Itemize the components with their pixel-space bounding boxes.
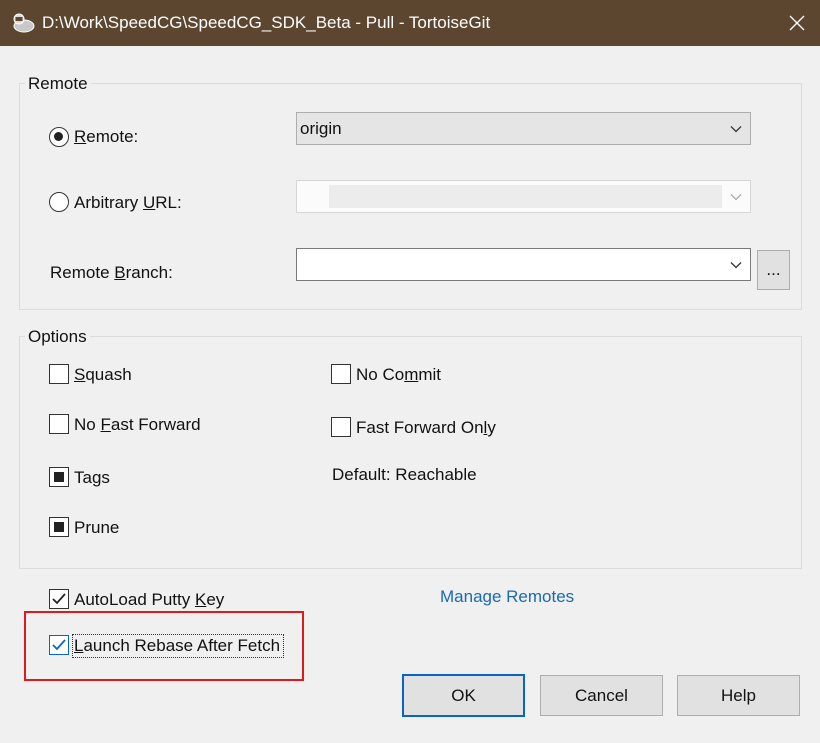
fast-forward-only-checkbox[interactable] (331, 417, 351, 437)
remote-select[interactable]: origin (296, 112, 751, 145)
window-title: D:\Work\SpeedCG\SpeedCG_SDK_Beta - Pull … (42, 13, 491, 32)
options-group-title: Options (25, 327, 90, 347)
browse-branch-button[interactable]: ... (757, 250, 790, 290)
squash-checkbox[interactable] (49, 364, 69, 384)
remote-radio-label: Remote: (74, 127, 139, 146)
chevron-down-icon (730, 125, 742, 132)
checkmark-icon (52, 593, 66, 605)
ok-button[interactable]: OK (402, 674, 525, 717)
close-icon (789, 15, 805, 31)
default-tags-text: Default: Reachable (332, 465, 477, 484)
autoload-putty-key-checkbox[interactable] (49, 589, 69, 609)
title-bar: D:\Work\SpeedCG\SpeedCG_SDK_Beta - Pull … (0, 0, 820, 46)
no-commit-checkbox[interactable] (331, 364, 351, 384)
manage-remotes-link[interactable]: Manage Remotes (440, 587, 574, 607)
arbitrary-url-input[interactable] (329, 185, 722, 208)
help-button[interactable]: Help (677, 675, 800, 716)
squash-label: Squash (74, 365, 132, 384)
remote-branch-label: Remote Branch: (50, 263, 173, 282)
tortoisegit-icon (13, 13, 35, 33)
fast-forward-only-label: Fast Forward Only (356, 418, 496, 437)
close-button[interactable] (774, 0, 820, 46)
tags-checkbox[interactable] (49, 467, 69, 487)
tags-label: Tags (74, 468, 110, 487)
arbitrary-url-label: Arbitrary URL: (74, 193, 182, 212)
autoload-putty-key-label: AutoLoad Putty Key (74, 590, 225, 609)
no-commit-label: No Commit (356, 365, 442, 384)
chevron-down-icon (730, 193, 742, 200)
arbitrary-url-combo[interactable] (296, 180, 751, 213)
arbitrary-url-radio[interactable] (49, 192, 69, 212)
remote-branch-combo[interactable] (296, 248, 751, 281)
no-fast-forward-checkbox[interactable] (49, 414, 69, 434)
chevron-down-icon (730, 261, 742, 268)
cancel-button[interactable]: Cancel (540, 675, 663, 716)
remote-radio[interactable] (49, 127, 69, 147)
remote-group-title: Remote (25, 74, 91, 94)
no-fast-forward-label: No Fast Forward (74, 415, 201, 434)
prune-label: Prune (74, 518, 120, 537)
prune-checkbox[interactable] (49, 517, 69, 537)
annotation-highlight-box (24, 611, 304, 681)
